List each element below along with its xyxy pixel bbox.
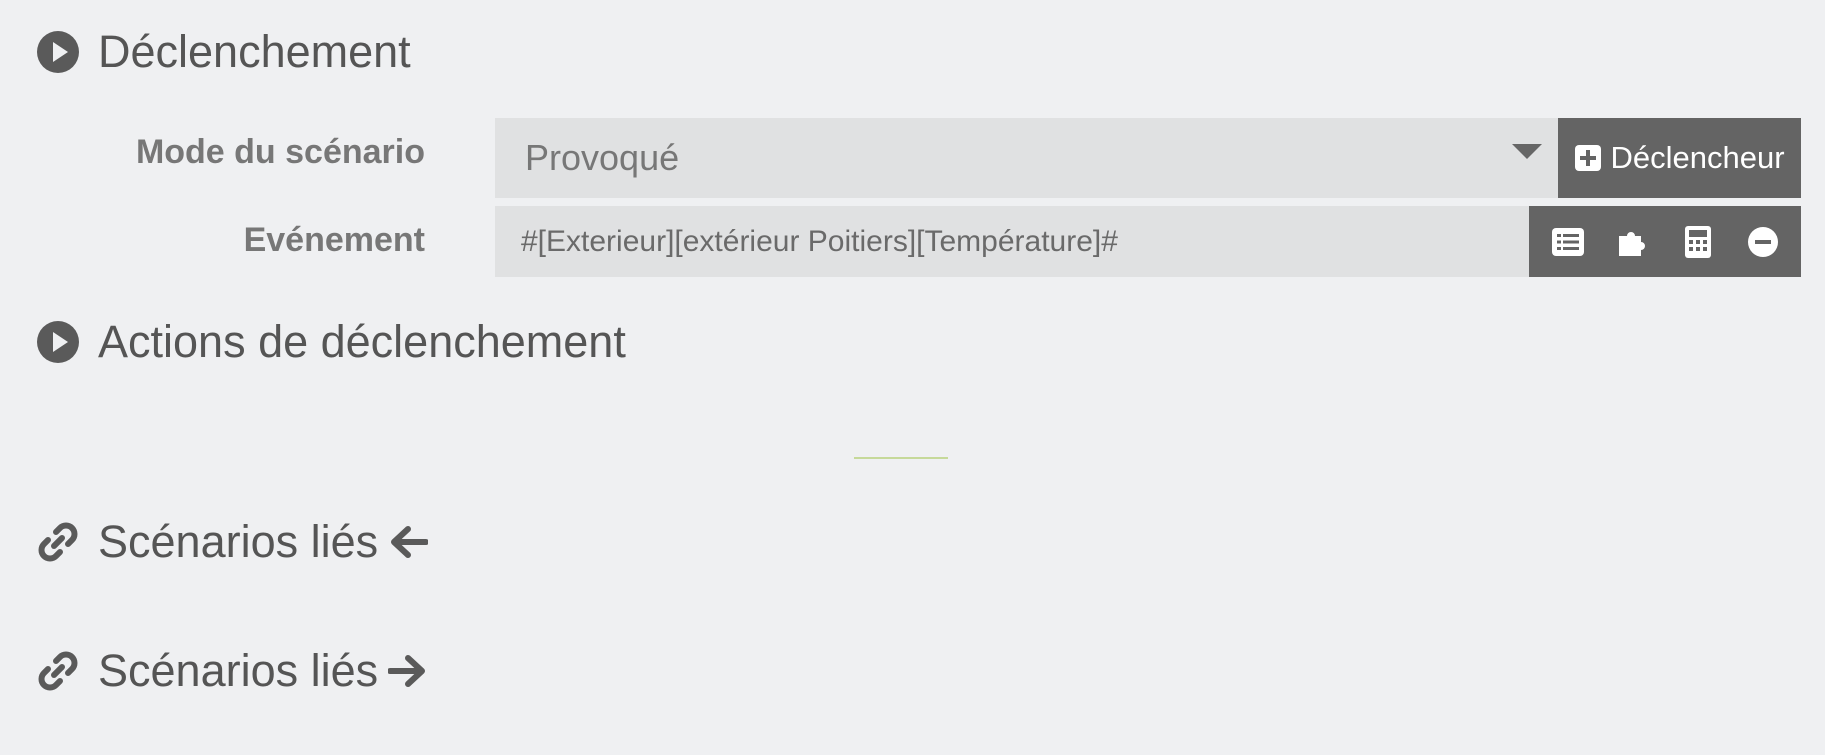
play-circle-icon xyxy=(36,30,80,74)
link-icon xyxy=(36,520,80,564)
section-trigger-header: Déclenchement xyxy=(36,26,411,78)
section-title: Scénarios liés xyxy=(98,645,379,696)
add-trigger-button[interactable]: Déclencheur xyxy=(1558,118,1801,198)
section-title: Déclenchement xyxy=(98,26,411,77)
arrow-left-icon xyxy=(388,524,429,560)
calculator-icon[interactable] xyxy=(1676,220,1720,264)
mode-select[interactable]: Provoqué xyxy=(495,118,1558,198)
section-title: Scénarios liés xyxy=(98,516,379,567)
section-linked-in-header: Scénarios liés xyxy=(36,516,429,568)
section-linked-out-header: Scénarios liés xyxy=(36,645,428,697)
divider xyxy=(854,457,948,459)
section-title: Actions de déclenchement xyxy=(98,316,626,367)
event-input[interactable] xyxy=(495,206,1529,277)
puzzle-icon[interactable] xyxy=(1611,220,1655,264)
chevron-down-icon xyxy=(1512,144,1542,159)
event-label: Evénement xyxy=(243,221,425,259)
play-circle-icon xyxy=(36,320,80,364)
mode-label: Mode du scénario xyxy=(135,133,425,171)
link-icon xyxy=(36,649,80,693)
add-trigger-label: Déclencheur xyxy=(1610,140,1785,175)
arrow-right-icon xyxy=(388,653,428,689)
mode-select-value: Provoqué xyxy=(525,137,680,178)
minus-circle-icon[interactable] xyxy=(1741,220,1785,264)
section-trigger-actions-header: Actions de déclenchement xyxy=(36,316,626,368)
plus-square-icon xyxy=(1574,144,1602,172)
list-icon[interactable] xyxy=(1546,220,1590,264)
event-actions-group xyxy=(1529,206,1801,277)
